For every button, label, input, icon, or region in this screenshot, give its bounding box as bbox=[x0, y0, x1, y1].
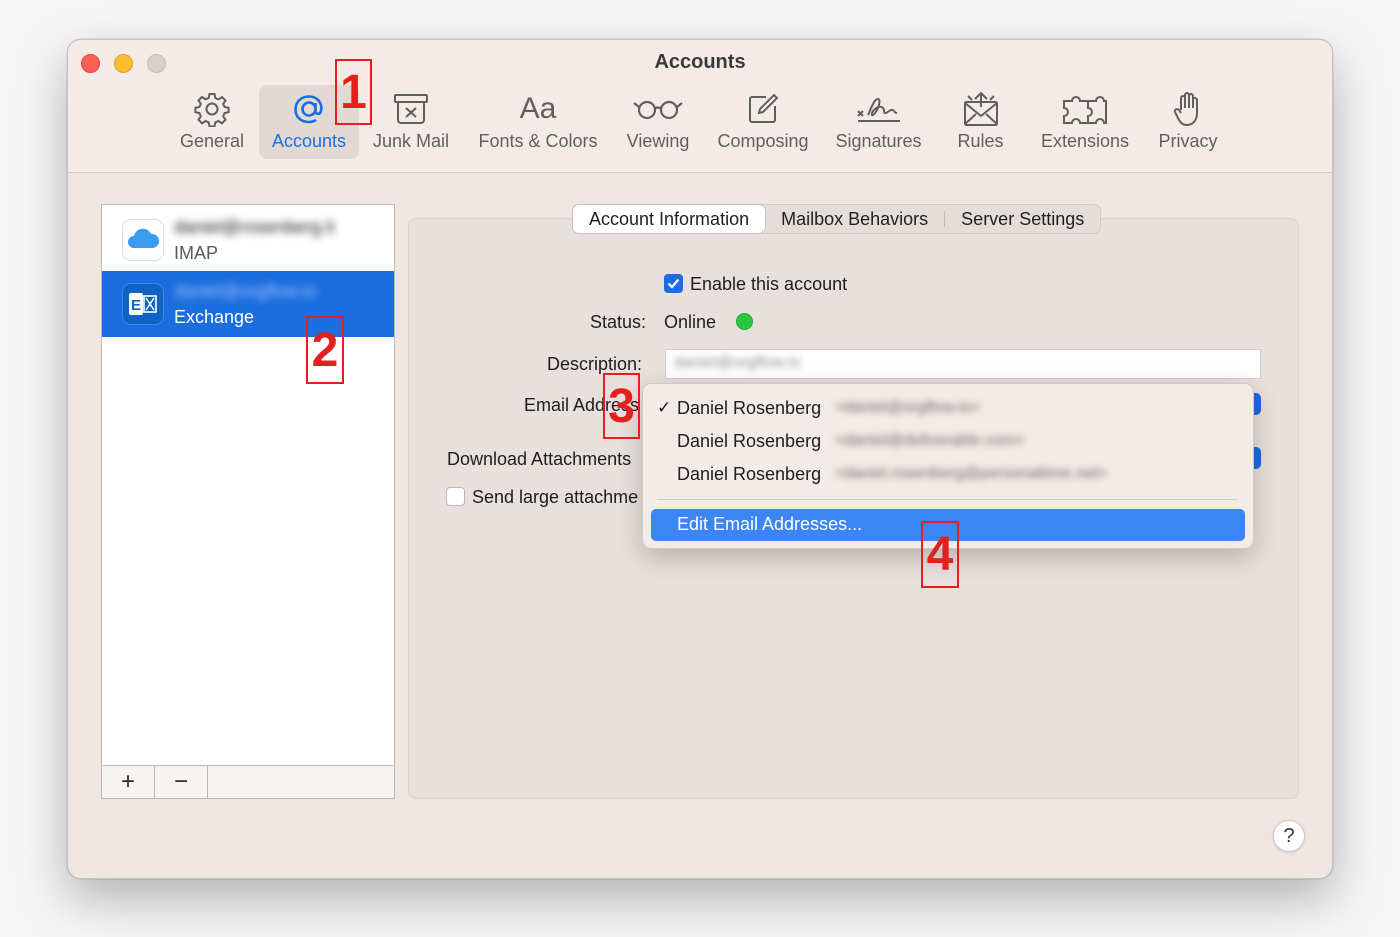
tab-server-settings[interactable]: Server Settings bbox=[945, 205, 1100, 233]
enable-account-checkbox[interactable] bbox=[664, 274, 683, 293]
exchange-icon: E bbox=[122, 283, 164, 325]
description-field[interactable]: daniel@orgflow.io bbox=[665, 349, 1261, 379]
toolbar-label: Accounts bbox=[271, 131, 347, 151]
annotation-marker: 3 bbox=[603, 373, 640, 439]
toolbar-junk-mail[interactable]: Junk Mail bbox=[366, 85, 456, 159]
compose-icon bbox=[708, 91, 818, 127]
status-label: Status: bbox=[590, 312, 647, 332]
menu-item-name: Edit Email Addresses... bbox=[677, 514, 863, 534]
account-type: Exchange bbox=[174, 307, 255, 327]
add-account-button[interactable]: + bbox=[102, 766, 155, 798]
toolbar-label: Viewing bbox=[626, 131, 690, 151]
menu-separator bbox=[657, 499, 1237, 500]
enable-account-label: Enable this account bbox=[690, 274, 848, 294]
toolbar-general[interactable]: General bbox=[172, 85, 252, 159]
toolbar-label: Fonts & Colors bbox=[478, 131, 598, 151]
toolbar-label: General bbox=[179, 131, 245, 151]
menu-item-name: Daniel Rosenberg bbox=[677, 398, 822, 418]
junk-icon bbox=[366, 91, 456, 127]
toolbar-viewing[interactable]: Viewing bbox=[618, 85, 698, 159]
rules-icon bbox=[943, 91, 1018, 127]
menu-item-email: <daniel@deliverable.com> bbox=[835, 432, 1025, 449]
account-item-exchange[interactable]: E daniel@orgflow.io Exchange bbox=[102, 271, 394, 337]
toolbar-label: Rules bbox=[957, 131, 1004, 151]
account-tabs: Account Information Mailbox Behaviors Se… bbox=[572, 204, 1102, 234]
email-menu-item[interactable]: Daniel Rosenberg <daniel@deliverable.com… bbox=[651, 426, 1245, 458]
preferences-window: Accounts General Accounts Junk Mail Aa F… bbox=[67, 39, 1333, 879]
download-attachments-label: Download Attachments bbox=[447, 449, 632, 469]
tab-mailbox-behaviors[interactable]: Mailbox Behaviors bbox=[765, 205, 944, 233]
menu-item-email: <daniel.rosenberg@personaltime.net> bbox=[835, 465, 1108, 482]
toolbar-privacy[interactable]: Privacy bbox=[1148, 85, 1228, 159]
title-bar: Accounts General Accounts Junk Mail Aa F… bbox=[68, 40, 1332, 173]
toolbar-fonts-colors[interactable]: Aa Fonts & Colors bbox=[468, 85, 608, 159]
signature-icon bbox=[826, 91, 931, 127]
toolbar-label: Junk Mail bbox=[372, 131, 450, 151]
toolbar-extensions[interactable]: Extensions bbox=[1030, 85, 1140, 159]
checkmark-icon: ✓ bbox=[657, 398, 672, 417]
toolbar-label: Composing bbox=[717, 131, 809, 151]
account-item-imap[interactable]: daniel@rosenberg.li IMAP bbox=[102, 207, 394, 271]
svg-text:E: E bbox=[131, 297, 141, 314]
toolbar-signatures[interactable]: Signatures bbox=[826, 85, 931, 159]
status-online-indicator bbox=[736, 313, 753, 330]
menu-item-name: Daniel Rosenberg bbox=[677, 464, 822, 484]
help-button[interactable]: ? bbox=[1273, 820, 1305, 852]
toolbar-label: Signatures bbox=[835, 131, 922, 151]
account-type: IMAP bbox=[174, 243, 219, 263]
hand-icon bbox=[1148, 91, 1228, 127]
status-value: Online bbox=[664, 312, 717, 332]
menu-item-name: Daniel Rosenberg bbox=[677, 431, 822, 451]
window-title: Accounts bbox=[654, 51, 746, 73]
account-name: daniel@rosenberg.li bbox=[174, 217, 335, 237]
annotation-marker: 1 bbox=[335, 59, 372, 125]
account-list-toolbar: + − bbox=[102, 765, 394, 798]
toolbar-label: Extensions bbox=[1040, 131, 1130, 151]
send-large-attachments-label: Send large attachme bbox=[472, 487, 639, 507]
email-menu-item[interactable]: ✓ Daniel Rosenberg <daniel@orgflow.io> bbox=[651, 393, 1245, 425]
description-label: Description: bbox=[547, 354, 643, 374]
description-value: daniel@orgflow.io bbox=[674, 354, 801, 371]
send-large-attachments-checkbox[interactable] bbox=[446, 487, 465, 506]
toolbar-rules[interactable]: Rules bbox=[943, 85, 1018, 159]
gear-icon bbox=[172, 91, 252, 127]
icloud-icon bbox=[122, 219, 164, 261]
glasses-icon bbox=[618, 91, 698, 127]
account-list: daniel@rosenberg.li IMAP E daniel@orgflo… bbox=[101, 204, 395, 799]
remove-account-button[interactable]: − bbox=[155, 766, 208, 798]
menu-item-email: <daniel@orgflow.io> bbox=[835, 399, 981, 416]
tab-account-information[interactable]: Account Information bbox=[573, 205, 766, 233]
email-menu-item[interactable]: Daniel Rosenberg <daniel.rosenberg@perso… bbox=[651, 459, 1245, 491]
annotation-marker: 2 bbox=[306, 316, 344, 384]
toolbar-label: Privacy bbox=[1158, 131, 1218, 151]
puzzle-icon bbox=[1030, 91, 1140, 127]
annotation-marker: 4 bbox=[921, 521, 959, 588]
fonts-icon: Aa bbox=[519, 92, 557, 125]
account-name: daniel@orgflow.io bbox=[174, 281, 317, 301]
toolbar-composing[interactable]: Composing bbox=[708, 85, 818, 159]
